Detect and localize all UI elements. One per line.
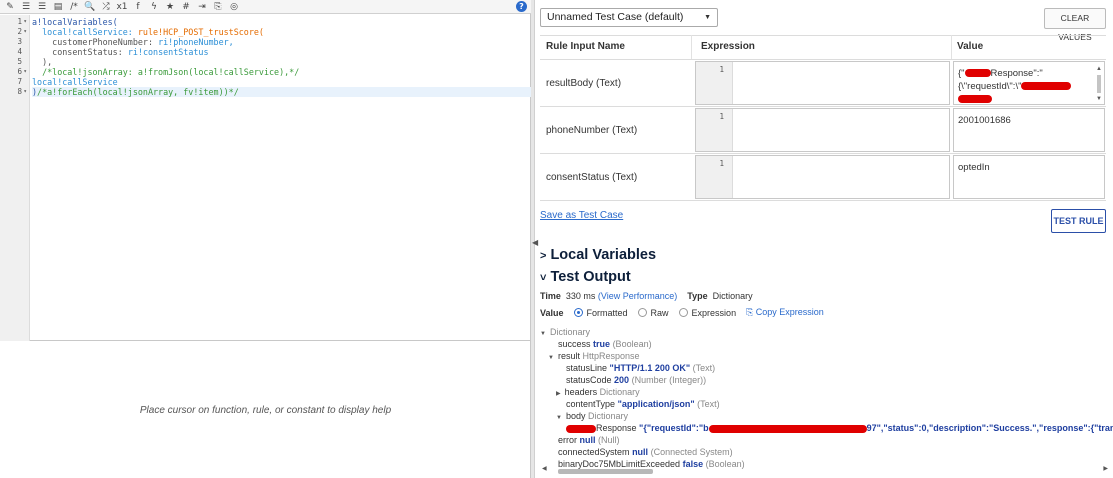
expr-line-number: 1 <box>719 65 724 74</box>
function-icon[interactable]: f <box>130 0 146 13</box>
code-line[interactable]: ), <box>32 57 531 67</box>
copy-icon[interactable]: ⎘ <box>210 0 226 13</box>
fold-toggle-icon[interactable]: ▾ <box>23 67 27 77</box>
code-line[interactable]: /*local!jsonArray: a!fromJson(local!call… <box>32 67 531 77</box>
line-number: 6 ▾ <box>17 67 27 77</box>
fold-toggle-icon[interactable]: ▾ <box>23 87 27 97</box>
line-number: 5 <box>17 57 22 66</box>
tree-node: success true (Boolean) <box>558 339 652 349</box>
line-number: 2 ▾ <box>17 27 27 37</box>
line-number: 3 <box>17 37 22 46</box>
test-panel: Unnamed Test Case (default) ▼ CLEAR VALU… <box>536 0 1113 478</box>
hash-icon[interactable]: # <box>178 0 194 13</box>
collapse-icon: ▼ <box>548 355 554 361</box>
help-icon[interactable]: ? <box>516 1 527 12</box>
collapse-icon: ▼ <box>556 415 562 421</box>
collapse-icon: ▼ <box>540 331 546 337</box>
raw-radio[interactable] <box>637 308 647 317</box>
horizontal-scrollbar[interactable]: ◀ ▶ <box>540 466 1110 475</box>
input-name: resultBody (Text) <box>546 78 622 89</box>
redaction-mark <box>566 424 596 433</box>
test-rule-button[interactable]: TEST RULE <box>1051 209 1106 233</box>
tree-node: statusLine "HTTP/1.1 200 OK" (Text) <box>566 363 716 373</box>
search-icon[interactable]: 🔍 <box>82 0 98 13</box>
code-line[interactable]: local!callService: rule!HCP_POST_trustSc… <box>32 27 531 37</box>
expr-line-number: 1 <box>719 159 724 168</box>
code-line[interactable]: customerPhoneNumber: ri!phoneNumber, <box>32 37 531 47</box>
input-name: consentStatus (Text) <box>546 172 638 183</box>
line-number: 1 ▾ <box>17 17 27 27</box>
input-name: phoneNumber (Text) <box>546 125 638 136</box>
expression-input[interactable]: 1 <box>695 155 950 199</box>
lightning-icon[interactable]: ϟ <box>146 0 162 13</box>
help-panel: Place cursor on function, rule, or const… <box>0 342 531 478</box>
copy-expression-link[interactable]: ⎘ Copy Expression <box>746 307 824 318</box>
star-icon[interactable]: ★ <box>162 0 178 13</box>
comment-icon[interactable]: /* <box>66 0 82 13</box>
outdent-icon[interactable]: ☰ <box>34 0 50 13</box>
expr-line-number: 1 <box>719 112 724 121</box>
section-title: Local Variables <box>550 247 657 263</box>
local-variables-section[interactable]: > Local Variables <box>540 247 656 263</box>
tree-node[interactable]: ▼ body Dictionary <box>556 410 628 422</box>
chevron-down-icon: ▼ <box>704 14 711 21</box>
code-editor[interactable]: 1 ▾ 2 ▾ 3 4 5 6 ▾ 7 8 ▾ a!localVariables( lo… <box>0 15 531 341</box>
output-time-row: Time 330 ms (View Performance) Type Dict… <box>540 291 753 301</box>
shuffle-icon[interactable]: ⤮ <box>98 0 114 13</box>
tree-node: statusCode 200 (Number (Integer)) <box>566 375 707 385</box>
tree-node[interactable]: ▶ headers Dictionary <box>556 386 640 398</box>
value-input[interactable]: {" Response":" {\"requestId\":\" ▲ ▼ <box>953 61 1105 105</box>
test-case-selected-value: Unnamed Test Case (default) <box>547 11 684 23</box>
tree-node[interactable]: ▼ result HttpResponse <box>548 350 640 362</box>
redaction-mark <box>708 424 867 433</box>
column-header: Value <box>957 41 984 52</box>
column-header: Expression <box>695 35 952 59</box>
value-input[interactable]: optedIn <box>953 155 1105 199</box>
chevron-down-icon: ˅ <box>540 272 547 284</box>
tree-node: error null (Null) <box>558 435 620 445</box>
column-header: Rule Input Name <box>540 35 692 59</box>
save-as-test-case-link[interactable]: Save as Test Case <box>540 210 623 221</box>
code-line[interactable]: a!localVariables( <box>32 17 531 27</box>
expression-input[interactable]: 1 <box>695 61 950 105</box>
line-number: 8 ▾ <box>17 87 27 97</box>
formatted-radio[interactable] <box>573 308 583 317</box>
globe-icon[interactable]: ◎ <box>226 0 242 13</box>
help-text: Place cursor on function, rule, or const… <box>139 404 392 416</box>
fold-toggle-icon[interactable]: ▾ <box>23 17 27 27</box>
line-number: 4 <box>17 47 22 56</box>
expression-radio[interactable] <box>678 308 688 317</box>
redaction-mark <box>1021 82 1072 91</box>
clear-values-button[interactable]: CLEAR VALUES <box>1044 8 1106 42</box>
indent-icon[interactable]: ☰ <box>18 0 34 13</box>
code-line[interactable]: local!callService <box>32 77 531 87</box>
scrollbar[interactable]: ▲ ▼ <box>1096 66 1102 104</box>
value-input[interactable]: 2001001686 <box>953 108 1105 152</box>
test-case-select[interactable]: Unnamed Test Case (default) ▼ <box>540 8 718 27</box>
wand-icon[interactable]: ✎ <box>2 0 18 13</box>
test-output-section[interactable]: ˅ Test Output <box>540 269 631 285</box>
redaction-mark <box>958 95 992 104</box>
expression-editor-pane: ✎ ☰ ☰ ▤ /* 🔍 ⤮ x1 f ϟ ★ # ⇥ ⎘ ◎ ? 1 ▾ 2 ▾ … <box>0 0 531 478</box>
chevron-right-icon: > <box>540 250 547 262</box>
expression-input[interactable]: 1 <box>695 108 950 152</box>
section-title: Test Output <box>550 269 631 285</box>
tree-node[interactable]: ▼ Dictionary <box>540 326 590 338</box>
line-number-gutter: 1 ▾ 2 ▾ 3 4 5 6 ▾ 7 8 ▾ <box>0 15 30 341</box>
output-format-row: Value Formatted Raw Expression ⎘ Copy Ex… <box>540 307 824 318</box>
code-line[interactable]: consentStatus: ri!consentStatus <box>32 47 531 57</box>
code-line-active[interactable]: )/*a!forEach(local!jsonArray, fv!item))*… <box>32 87 531 97</box>
tree-node: contentType "application/json" (Text) <box>566 399 720 409</box>
tree-node: Response "{"requestId":"b 97","status":0,… <box>566 422 1113 434</box>
redaction-mark <box>964 69 991 78</box>
expand-icon: ▶ <box>556 391 561 397</box>
line-number: 7 <box>17 77 22 86</box>
list-icon[interactable]: ▤ <box>50 0 66 13</box>
view-performance-link[interactable]: (View Performance) <box>598 291 677 301</box>
fold-toggle-icon[interactable]: ▾ <box>23 27 27 37</box>
export-icon[interactable]: ⇥ <box>194 0 210 13</box>
editor-toolbar: ✎ ☰ ☰ ▤ /* 🔍 ⤮ x1 f ϟ ★ # ⇥ ⎘ ◎ ? <box>0 0 531 14</box>
x1-icon[interactable]: x1 <box>114 0 130 13</box>
tree-node: connectedSystem null (Connected System) <box>558 447 733 457</box>
